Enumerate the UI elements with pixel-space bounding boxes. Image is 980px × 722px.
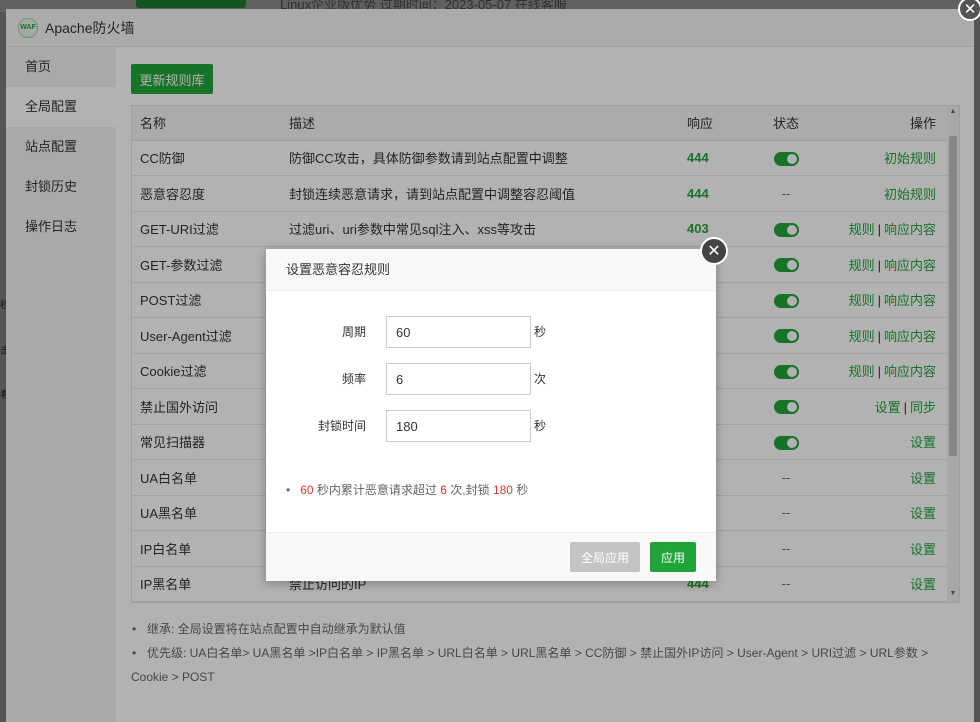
- modal-summary: • 60 秒内累计恶意请求超过 6 次,封锁 180 秒: [286, 481, 528, 498]
- summary-period: 60: [300, 483, 314, 497]
- window-close-icon[interactable]: ✕: [958, 0, 980, 21]
- frequency-input[interactable]: [386, 363, 531, 395]
- summary-block-time: 180: [492, 483, 513, 497]
- frequency-unit: 次: [534, 372, 547, 386]
- summary-text-3: 秒: [512, 483, 529, 497]
- modal-close-icon[interactable]: ✕: [700, 237, 728, 265]
- summary-text-2: 次,封锁: [446, 483, 493, 497]
- summary-frequency: 6: [440, 483, 447, 497]
- tolerance-modal: 设置恶意容忍规则 周期 秒 频率 次 封锁时间 秒 • 60 秒内累计恶意请求超过…: [266, 249, 716, 581]
- period-label: 周期: [341, 325, 366, 339]
- frequency-label: 频率: [341, 372, 366, 386]
- form-row-frequency: 频率 次: [266, 363, 716, 395]
- period-unit: 秒: [534, 325, 547, 339]
- block-time-input[interactable]: [386, 410, 531, 442]
- block-time-label: 封锁时间: [317, 419, 366, 433]
- block-time-unit: 秒: [534, 419, 547, 433]
- summary-text-1: 秒内累计恶意请求超过: [313, 483, 441, 497]
- apply-button[interactable]: 应用: [650, 542, 696, 572]
- period-input[interactable]: [386, 316, 531, 348]
- modal-footer: 全局应用 应用: [266, 532, 716, 581]
- bullet-icon: •: [286, 483, 291, 497]
- global-apply-button[interactable]: 全局应用: [570, 542, 640, 572]
- modal-title: 设置恶意容忍规则: [266, 249, 716, 291]
- form-row-block-time: 封锁时间 秒: [266, 410, 716, 442]
- form-row-period: 周期 秒: [266, 316, 716, 348]
